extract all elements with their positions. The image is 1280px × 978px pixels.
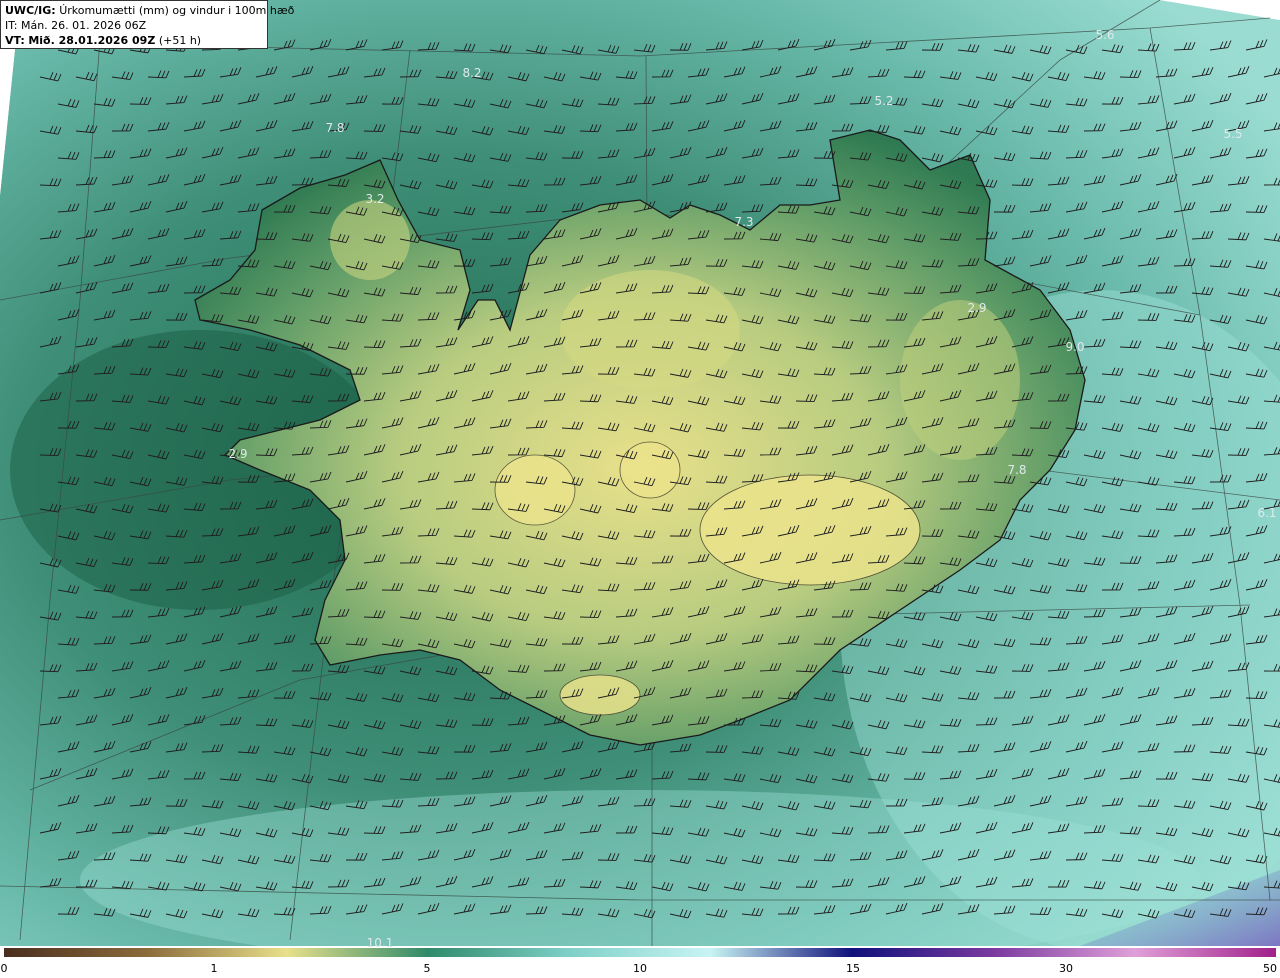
value-label: 5.5: [1223, 127, 1243, 141]
colorbar-tick-label: 50: [1263, 962, 1277, 975]
title-line: UWC/IG: Úrkomumætti (mm) og vindur i 100…: [5, 3, 294, 18]
langjokull: [494, 454, 576, 526]
map-view: UWC/IG: Úrkomumætti (mm) og vindur i 100…: [0, 0, 1280, 978]
myrdalsjokull: [559, 674, 641, 716]
value-label: 3.2: [365, 192, 385, 206]
valid-time-line: VT: Mið. 28.01.2026 09Z (+51 h): [5, 33, 263, 48]
value-label: 5.2: [874, 94, 894, 108]
colorbar-tick-label: 15: [846, 962, 860, 975]
value-label: 2.9: [967, 301, 987, 315]
colorbar-tick-label: 10: [633, 962, 647, 975]
map-canvas: [0, 0, 1280, 946]
vatnajokull: [699, 474, 921, 586]
value-label: 7.3: [734, 215, 754, 229]
east-highland: [900, 300, 1020, 460]
value-label: 7.8: [325, 121, 345, 135]
value-label: 5.6: [1095, 28, 1115, 42]
init-time: IT: Mán. 26. 01. 2026 06Z: [5, 19, 147, 32]
value-label: 6.1: [1257, 506, 1277, 520]
valid-time: Mið. 28.01.2026 09Z: [28, 34, 156, 47]
valid-label: VT:: [5, 34, 25, 47]
colorbar-tick-label: 1: [210, 962, 218, 975]
model-label: UWC/IG:: [5, 4, 56, 17]
colorbar: 0 1 5 10 15 30 50: [0, 946, 1280, 978]
colorbar-strip: [4, 948, 1276, 957]
lead-time: (+51 h): [158, 34, 202, 47]
value-label: 7.8: [1007, 463, 1027, 477]
value-label: 9.0: [1065, 340, 1085, 354]
colorbar-tick-label: 0: [0, 962, 8, 975]
map-title: Úrkomumætti (mm) og vindur i 100m hæð: [59, 4, 295, 17]
value-label: 8.2: [462, 66, 482, 80]
map-info-box: UWC/IG: Úrkomumætti (mm) og vindur i 100…: [0, 0, 294, 49]
colorbar-tick-label: 5: [423, 962, 431, 975]
colorbar-tick-label: 30: [1059, 962, 1073, 975]
value-label: 2.9: [228, 447, 248, 461]
